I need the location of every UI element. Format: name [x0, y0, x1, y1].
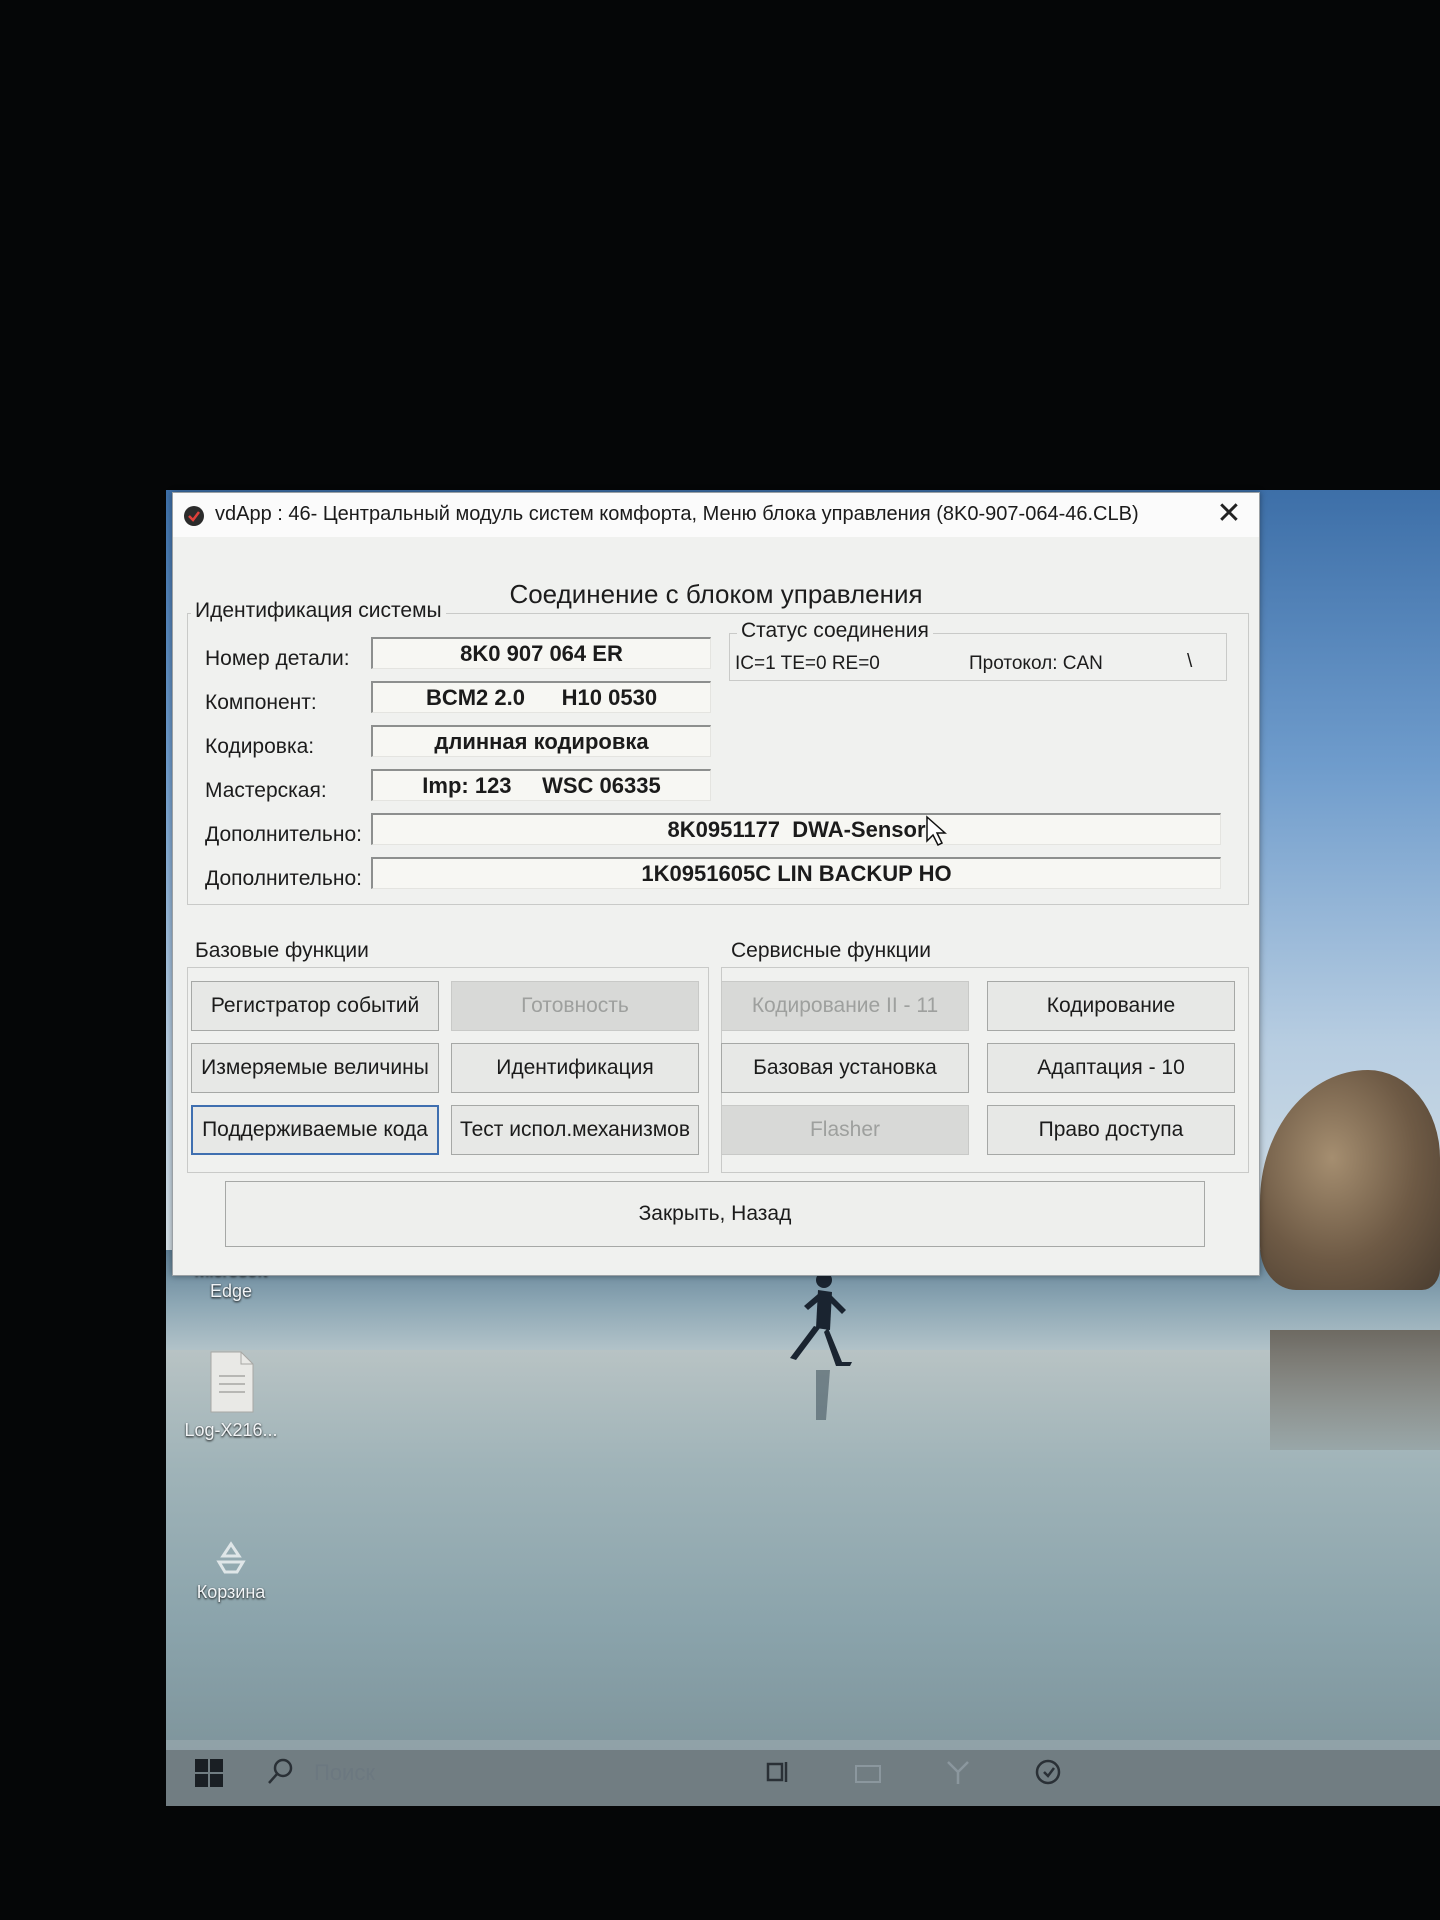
close-back-button[interactable]: Закрыть, Назад — [225, 1181, 1205, 1247]
readiness-button[interactable]: Готовность — [451, 981, 699, 1031]
label-workshop: Мастерская: — [205, 779, 327, 802]
taskbar-search-input[interactable]: Поиск — [314, 1760, 375, 1786]
service-functions-caption: Сервисные функции — [727, 939, 935, 963]
file-explorer-icon[interactable] — [852, 1756, 884, 1788]
part-number-field: 8K0 907 064 ER — [371, 637, 711, 669]
actuator-test-button[interactable]: Тест испол.механизмов — [451, 1105, 699, 1155]
connection-status-caption: Статус соединения — [737, 619, 933, 643]
vdapp-logo-icon — [184, 506, 204, 526]
close-icon[interactable]: ✕ — [1213, 499, 1245, 531]
label-coding: Кодировка: — [205, 735, 315, 758]
workshop-field: Imp: 123 WSC 06335 — [371, 769, 711, 801]
supported-codes-button[interactable]: Поддерживаемые кода — [191, 1105, 439, 1155]
label-extra-2: Дополнительно: — [205, 867, 362, 890]
activity-spinner: \ — [1187, 651, 1193, 672]
mouse-cursor-icon — [926, 815, 947, 847]
connection-counters: IC=1 TE=0 RE=0 — [735, 653, 880, 674]
extra-field-1: 8K0951177 DWA-Sensor — [371, 813, 1221, 845]
label-part-number: Номер детали: — [205, 647, 350, 670]
search-icon[interactable] — [266, 1756, 296, 1786]
desktop-icon-recycle-bin[interactable]: Корзина — [176, 1540, 286, 1603]
label-component: Компонент: — [205, 691, 317, 714]
protocol-label: Протокол: CAN — [969, 653, 1103, 674]
title-bar[interactable]: vdApp : 46- Центральный модуль систем ко… — [173, 493, 1259, 537]
flasher-button[interactable]: Flasher — [721, 1105, 969, 1155]
recycle-bin-icon — [216, 1541, 246, 1574]
coding-ii-button[interactable]: Кодирование II - 11 — [721, 981, 969, 1031]
desktop-icon-label: Корзина — [196, 1582, 266, 1602]
event-recorder-button[interactable]: Регистратор событий — [191, 981, 439, 1031]
component-field: BCM2 2.0 H10 0530 — [371, 681, 711, 713]
measured-values-button[interactable]: Измеряемые величины — [191, 1043, 439, 1093]
taskbar: Поиск — [166, 1740, 1440, 1806]
basic-functions-caption: Базовые функции — [191, 939, 373, 963]
pinned-app-icon[interactable] — [942, 1756, 974, 1788]
desktop-icon-label: Log-X216... — [184, 1420, 278, 1440]
basic-setting-button[interactable]: Базовая установка — [721, 1043, 969, 1093]
extra-field-2: 1K0951605C LIN BACKUP HO — [371, 857, 1221, 889]
access-rights-button[interactable]: Право доступа — [987, 1105, 1235, 1155]
task-view-icon[interactable] — [762, 1756, 794, 1788]
coding-button[interactable]: Кодирование — [987, 981, 1235, 1031]
identification-button[interactable]: Идентификация — [451, 1043, 699, 1093]
document-icon — [210, 1351, 254, 1413]
label-extra-1: Дополнительно: — [205, 823, 362, 846]
adaptation-button[interactable]: Адаптация - 10 — [987, 1043, 1235, 1093]
window-title: vdApp : 46- Центральный модуль систем ко… — [215, 503, 1139, 525]
identification-caption: Идентификация системы — [191, 599, 446, 623]
vdapp-taskbar-icon[interactable] — [1032, 1756, 1064, 1788]
desktop-icon-log[interactable]: Log-X216... — [176, 1350, 286, 1441]
wallpaper-rock-reflection — [1270, 1330, 1440, 1450]
wallpaper-runner — [790, 1272, 852, 1420]
windows-start-icon[interactable] — [194, 1758, 224, 1788]
vdapp-window: vdApp : 46- Центральный модуль систем ко… — [172, 492, 1260, 1276]
coding-field: длинная кодировка — [371, 725, 711, 757]
